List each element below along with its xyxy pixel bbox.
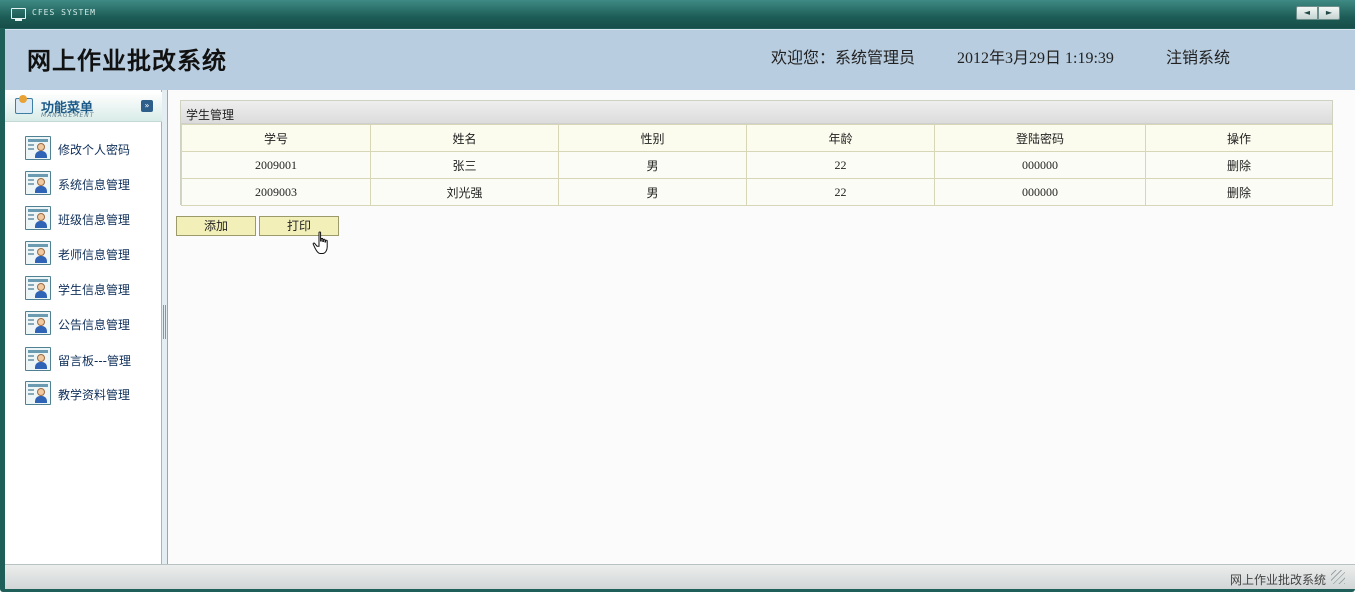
user-card-icon: [25, 171, 51, 195]
column-header: 年龄: [746, 124, 935, 152]
sidebar-item-class-info[interactable]: 班级信息管理: [5, 203, 162, 233]
app-title: 网上作业批改系统: [27, 47, 227, 75]
footer-text: 网上作业批改系统: [1230, 573, 1327, 587]
student-age-cell: 22: [746, 151, 935, 179]
sidebar-item-student-info[interactable]: 学生信息管理: [5, 273, 162, 303]
add-button[interactable]: 添加: [176, 216, 256, 236]
sidebar-item-label: 班级信息管理: [58, 213, 131, 227]
action-cell: 删除: [1145, 178, 1333, 206]
sidebar-item-notice-info[interactable]: 公告信息管理: [5, 308, 162, 338]
chevron-double-down-icon[interactable]: »: [141, 100, 153, 112]
body-area: 功能菜单 MANAGEMENT » 修改个人密码 系统信息管理 班级信息管理 老…: [5, 90, 1355, 564]
delete-link[interactable]: 删除: [1227, 186, 1251, 200]
action-cell: 删除: [1145, 151, 1333, 179]
student-gender-cell: 男: [558, 178, 747, 206]
user-card-icon: [25, 311, 51, 335]
sidebar-item-change-password[interactable]: 修改个人密码: [5, 133, 162, 163]
student-name-cell: 张三: [370, 151, 559, 179]
sidebar-item-teacher-info[interactable]: 老师信息管理: [5, 238, 162, 268]
sidebar-item-system-info[interactable]: 系统信息管理: [5, 168, 162, 198]
sidebar-item-label: 修改个人密码: [58, 143, 131, 157]
logout-link[interactable]: 注销系统: [1166, 44, 1230, 68]
user-card-icon: [25, 381, 51, 405]
user-card-icon: [25, 276, 51, 300]
sidebar-item-label: 老师信息管理: [58, 248, 131, 262]
student-name-cell: 刘光强: [370, 178, 559, 206]
student-gender-cell: 男: [558, 151, 747, 179]
sidebar: 功能菜单 MANAGEMENT » 修改个人密码 系统信息管理 班级信息管理 老…: [5, 90, 162, 564]
grip-icon: [163, 305, 166, 339]
panel-title-text: 学生管理: [186, 108, 235, 122]
column-header: 学号: [181, 124, 371, 152]
status-bar: 网上作业批改系统: [5, 564, 1355, 589]
student-table: 学号 姓名 性别 年龄 登陆密码 操作 2009001 张三 男 22 0000: [181, 124, 1333, 206]
student-password-cell: 000000: [934, 151, 1146, 179]
menu-header: 功能菜单 MANAGEMENT »: [5, 92, 162, 122]
user-card-icon: [25, 241, 51, 265]
sidebar-splitter[interactable]: [162, 90, 168, 564]
window-titlebar: CFES SYSTEM ◄ ►: [0, 0, 1355, 28]
delete-link[interactable]: 删除: [1227, 159, 1251, 173]
hand-cursor-icon: [312, 231, 328, 254]
student-age-cell: 22: [746, 178, 935, 206]
sidebar-item-label: 公告信息管理: [58, 318, 131, 332]
student-panel: 学生管理 学号 姓名 性别 年龄 登陆密码 操作 2009001 张三 男 22…: [180, 100, 1333, 206]
sidebar-item-label: 留言板---管理: [58, 354, 131, 368]
next-button[interactable]: ►: [1318, 6, 1340, 20]
student-password-cell: 000000: [934, 178, 1146, 206]
table-row: 2009003 刘光强 男 22 000000 删除: [181, 178, 1333, 206]
column-header: 登陆密码: [934, 124, 1146, 152]
datetime-text: 2012年3月29日 1:19:39: [957, 50, 1114, 67]
prev-button[interactable]: ◄: [1296, 6, 1318, 20]
app-window: CFES SYSTEM ◄ ► 网上作业批改系统 欢迎您：系统管理员 2012年…: [0, 0, 1355, 592]
column-header: 操作: [1145, 124, 1333, 152]
window-title: CFES SYSTEM: [32, 8, 96, 17]
sidebar-item-message-board[interactable]: 留言板---管理: [5, 344, 162, 374]
menu-icon: [15, 95, 33, 114]
user-card-icon: [25, 136, 51, 160]
column-header: 性别: [558, 124, 747, 152]
resize-grip-icon[interactable]: [1331, 570, 1345, 584]
column-header: 姓名: [370, 124, 559, 152]
sidebar-item-label: 教学资料管理: [58, 388, 131, 402]
table-row: 2009001 张三 男 22 000000 删除: [181, 151, 1333, 179]
user-card-icon: [25, 206, 51, 230]
panel-title: 学生管理: [181, 101, 1332, 124]
table-header-row: 学号 姓名 性别 年龄 登陆密码 操作: [181, 124, 1333, 152]
student-id-cell: 2009003: [181, 178, 371, 206]
sidebar-item-label: 系统信息管理: [58, 178, 131, 192]
user-card-icon: [25, 347, 51, 371]
sidebar-item-label: 学生信息管理: [58, 283, 131, 297]
welcome-text: 欢迎您：系统管理员: [771, 48, 916, 67]
page-header: 网上作业批改系统 欢迎您：系统管理员 2012年3月29日 1:19:39 注销…: [5, 29, 1355, 90]
sidebar-item-teaching-materials[interactable]: 教学资料管理: [5, 378, 162, 408]
student-id-cell: 2009001: [181, 151, 371, 179]
menu-subtitle: MANAGEMENT: [41, 112, 95, 119]
monitor-icon: [11, 8, 26, 21]
